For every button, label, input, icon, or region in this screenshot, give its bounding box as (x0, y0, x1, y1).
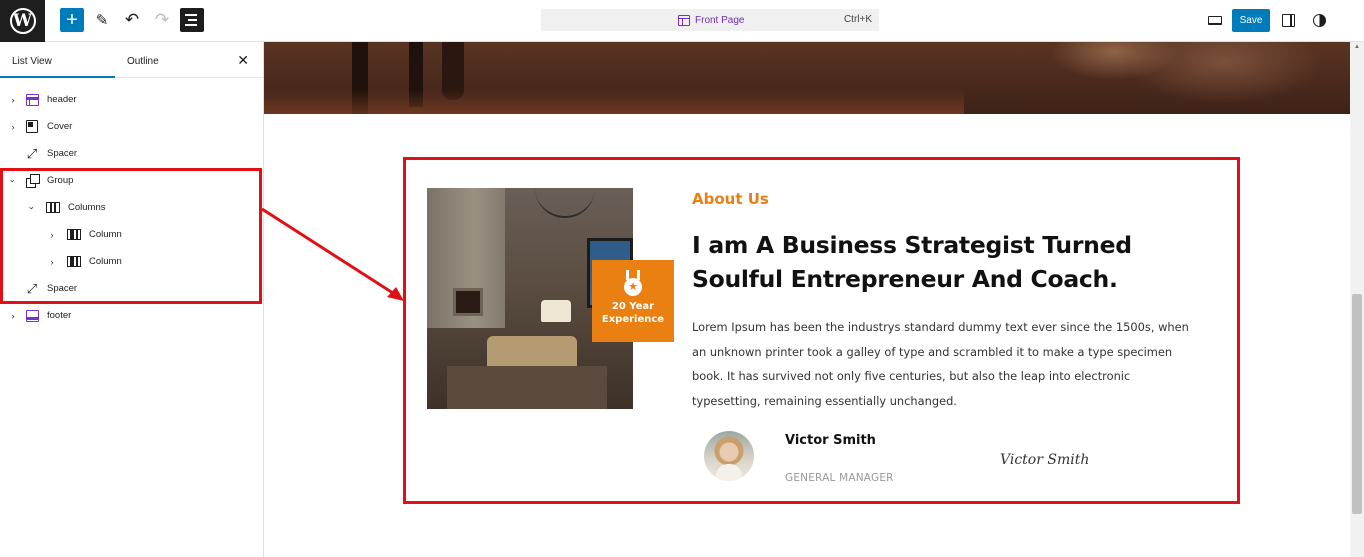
cover-icon (25, 120, 39, 133)
undo-icon[interactable]: ↶ (121, 8, 143, 32)
badge-label: Experience (601, 314, 665, 325)
chevron-right-icon[interactable]: › (8, 311, 18, 321)
signature[interactable]: Victor Smith (1000, 452, 1089, 468)
person-role[interactable]: GENERAL MANAGER (785, 472, 894, 484)
experience-badge: ★ 20 Year Experience (592, 260, 674, 342)
add-block-button[interactable]: + (60, 8, 84, 32)
wordpress-logo-button[interactable]: W (0, 0, 45, 42)
canvas-scrollbar[interactable]: ▲ (1350, 42, 1364, 557)
annotation-arrow (261, 207, 404, 301)
list-item-label: header (47, 94, 77, 105)
document-title-text: Front Page (695, 14, 745, 26)
template-part-icon (25, 309, 39, 322)
desktop-icon (1208, 15, 1222, 25)
sidebar-tabs: List View Outline ✕ (0, 42, 263, 78)
template-part-icon (25, 93, 39, 106)
page-layout-icon (678, 14, 690, 26)
close-icon[interactable]: ✕ (237, 52, 249, 69)
list-item-spacer[interactable]: ⤢ Spacer (0, 140, 264, 167)
list-view-toggle-icon[interactable] (180, 8, 204, 32)
list-item-header[interactable]: › header (0, 86, 264, 113)
tools-pencil-icon[interactable]: ✎ (91, 8, 113, 32)
editor-toolbar: W + ✎ ↶ ↷ Front Page Ctrl+K Save (0, 0, 1364, 42)
device-preview-button[interactable] (1205, 8, 1225, 32)
highlight-box-group (0, 168, 262, 304)
scroll-up-arrow-icon[interactable]: ▲ (1350, 44, 1364, 50)
chevron-right-icon[interactable]: › (8, 95, 18, 105)
settings-sidebar-button[interactable] (1280, 8, 1296, 32)
sidebar-icon (1281, 13, 1295, 27)
save-button[interactable]: Save (1232, 9, 1270, 32)
redo-icon[interactable]: ↷ (151, 8, 173, 32)
editor-canvas: ★ 20 Year Experience About Us I am A Bus… (264, 42, 1350, 557)
list-item-footer[interactable]: › footer (0, 302, 264, 329)
tab-outline[interactable]: Outline (127, 42, 159, 78)
list-item-label: Spacer (47, 148, 78, 159)
document-title: Front Page (678, 9, 744, 31)
about-paragraph[interactable]: Lorem Ipsum has been the industrys stand… (692, 315, 1192, 414)
list-item-label: footer (47, 310, 72, 321)
about-heading[interactable]: I am A Business Strategist Turned Soulfu… (692, 228, 1192, 296)
list-item-label: Cover (47, 121, 73, 132)
award-medal-icon: ★ (622, 270, 644, 296)
badge-years: 20 Year (611, 301, 655, 312)
scrollbar-thumb[interactable] (1352, 294, 1362, 514)
styles-button[interactable] (1311, 8, 1327, 32)
avatar[interactable] (704, 431, 754, 481)
resize-icon: ⤢ (26, 146, 38, 161)
wordpress-icon: W (9, 8, 36, 34)
person-name[interactable]: Victor Smith (785, 433, 876, 448)
about-label[interactable]: About Us (692, 190, 769, 208)
list-item-cover[interactable]: › Cover (0, 113, 264, 140)
cover-image[interactable] (264, 42, 1350, 114)
keyboard-shortcut: Ctrl+K (843, 14, 872, 25)
chevron-right-icon[interactable]: › (8, 122, 18, 132)
contrast-icon (1312, 13, 1326, 27)
tab-list-view[interactable]: List View (0, 42, 115, 78)
command-palette-bar[interactable]: Front Page Ctrl+K (541, 9, 879, 31)
